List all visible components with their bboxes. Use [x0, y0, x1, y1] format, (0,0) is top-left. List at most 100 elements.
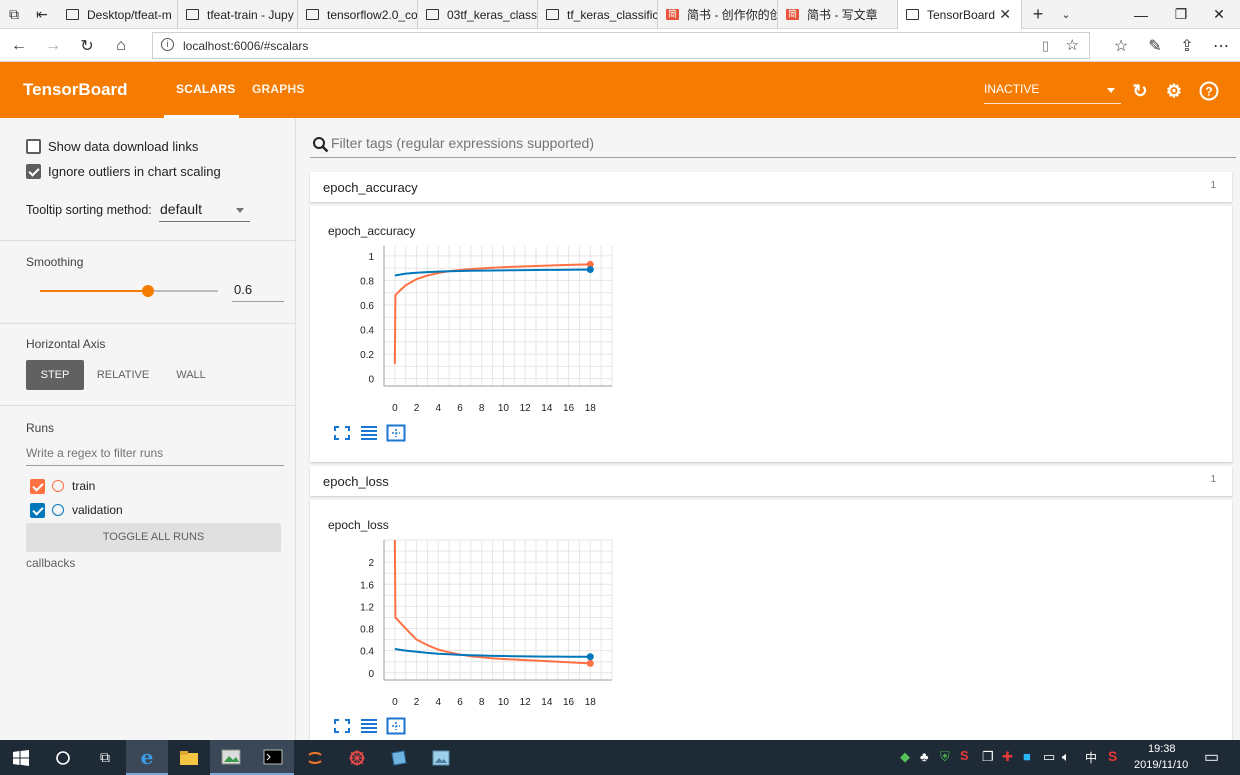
- filter-tags-input[interactable]: Filter tags (regular expressions support…: [310, 134, 1236, 158]
- image-viewer-icon[interactable]: [210, 740, 252, 775]
- security-shield-icon[interactable]: ⛨: [940, 749, 950, 765]
- site-info-icon[interactable]: i: [161, 38, 174, 51]
- y-tick-label: 1.2: [360, 602, 374, 613]
- inactive-dropdown[interactable]: INACTIVE: [984, 82, 1121, 104]
- ignore-outliers-checkbox[interactable]: [26, 164, 41, 179]
- notebook-app-icon[interactable]: [378, 740, 420, 775]
- windows-start-icon[interactable]: [0, 740, 42, 775]
- inactive-label: INACTIVE: [984, 82, 1040, 96]
- refresh-icon[interactable]: ↻: [72, 33, 102, 58]
- volume-icon[interactable]: 🔈︎: [1062, 749, 1070, 765]
- tab-label: 简书 - 创作你的创: [687, 8, 778, 22]
- x-tick-label: 2: [414, 697, 420, 708]
- ime-indicator[interactable]: 中: [1085, 749, 1097, 766]
- smoothing-slider-fill: [40, 290, 147, 292]
- tab-actions-icon[interactable]: ⧉: [0, 0, 28, 29]
- browser-tab[interactable]: Desktop/tfeat-m: [58, 0, 178, 29]
- home-icon[interactable]: ⌂: [106, 33, 136, 58]
- loss-chart[interactable]: 0 2 4 6 8 10 12 14 16 18 0 0.4 0.8 1.2 1.6 2: [310, 530, 640, 720]
- photos-app-icon[interactable]: [420, 740, 462, 775]
- favorites-hub-icon[interactable]: ☆: [1106, 33, 1136, 58]
- fit-domain-icon[interactable]: [386, 424, 406, 442]
- tag-group-count: 1: [1210, 474, 1216, 485]
- back-icon[interactable]: ←: [4, 33, 34, 58]
- clock-date[interactable]: 2019/11/10: [1134, 759, 1188, 771]
- tray-app-icon[interactable]: ◆: [900, 749, 910, 765]
- main-content: Filter tags (regular expressions support…: [296, 118, 1240, 750]
- accuracy-chart[interactable]: 0 2 4 6 8 10 12 14 16 18 0 0.2 0.4 0.6 0.8 1: [310, 236, 640, 426]
- x-tick-label: 10: [498, 697, 510, 708]
- reading-view-icon[interactable]: ▯: [1042, 38, 1049, 54]
- tag-group-header[interactable]: epoch_accuracy 1: [310, 172, 1232, 202]
- fullscreen-icon[interactable]: [332, 424, 352, 442]
- sogou-s-icon[interactable]: S: [1108, 748, 1117, 764]
- close-window-icon[interactable]: ✕: [1196, 0, 1240, 29]
- tray-plus-icon[interactable]: ✚: [1002, 749, 1013, 765]
- tab-scalars[interactable]: SCALARS: [176, 82, 235, 96]
- x-tick-label: 16: [563, 403, 575, 414]
- edge-browser-icon[interactable]: e: [126, 740, 168, 775]
- divider: [0, 405, 296, 406]
- notification-bell-icon[interactable]: ♣: [920, 749, 929, 764]
- network-app-icon[interactable]: [336, 740, 378, 775]
- more-icon[interactable]: ⋯: [1206, 33, 1236, 58]
- toggle-all-runs-button[interactable]: TOGGLE ALL RUNS: [26, 523, 281, 552]
- action-center-icon[interactable]: ▭: [1204, 747, 1219, 767]
- fit-domain-icon[interactable]: [386, 717, 406, 735]
- show-download-links-checkbox[interactable]: [26, 139, 41, 154]
- axis-wall-button[interactable]: WALL: [164, 360, 218, 390]
- browser-tab[interactable]: 简简书 - 写文章: [778, 0, 898, 29]
- tray-window-icon[interactable]: ❐: [982, 749, 994, 765]
- tag-group-name: epoch_accuracy: [323, 180, 418, 195]
- axis-relative-button[interactable]: RELATIVE: [90, 360, 156, 390]
- forward-icon[interactable]: →: [38, 33, 68, 58]
- divider: [0, 323, 296, 324]
- smoothing-slider-knob[interactable]: [142, 285, 154, 297]
- dropdown-caret-icon: [1107, 88, 1115, 93]
- browser-tab[interactable]: tfeat-train - Jupy: [178, 0, 298, 29]
- network-icon[interactable]: ▭: [1043, 749, 1055, 765]
- file-explorer-icon[interactable]: [168, 740, 210, 775]
- browser-tab[interactable]: tensorflow2.0_co: [298, 0, 418, 29]
- reload-icon[interactable]: ↻: [1128, 79, 1152, 103]
- browser-tab-active[interactable]: TensorBoard ✕: [898, 0, 1022, 30]
- run-train-checkbox[interactable]: [30, 479, 45, 494]
- task-view-icon[interactable]: ⧉: [84, 740, 126, 775]
- favorite-star-icon[interactable]: ☆: [1066, 36, 1079, 54]
- help-icon[interactable]: ?: [1197, 79, 1221, 103]
- pen-icon[interactable]: ✎: [1140, 33, 1170, 58]
- url-field[interactable]: i localhost:6006/#scalars ▯ ☆: [152, 32, 1090, 59]
- tray-blue-icon[interactable]: ■: [1023, 749, 1031, 764]
- tab-preview-icon[interactable]: ⌄: [1052, 0, 1080, 29]
- tab-graphs[interactable]: GRAPHS: [252, 82, 305, 96]
- runs-filter-input[interactable]: Write a regex to filter runs: [26, 446, 284, 466]
- log-scale-icon[interactable]: [359, 424, 379, 442]
- settings-gear-icon[interactable]: ⚙: [1162, 79, 1186, 103]
- log-scale-icon[interactable]: [359, 717, 379, 735]
- browser-tab[interactable]: 03tf_keras_classif: [418, 0, 538, 29]
- clock-time[interactable]: 19:38: [1148, 743, 1176, 755]
- fullscreen-icon[interactable]: [332, 717, 352, 735]
- search-circle-icon[interactable]: [42, 740, 84, 775]
- axis-step-button[interactable]: STEP: [26, 360, 84, 390]
- scalar-chart-card: epoch_loss 0 2 4 6 8 10 12 14 16 18 0 0.4 0.8 1.2 1.6 2: [310, 500, 1232, 750]
- jupyter-icon[interactable]: [294, 740, 336, 775]
- tooltip-sorting-label: Tooltip sorting method:: [26, 203, 152, 217]
- new-tab-icon[interactable]: +: [1024, 0, 1052, 29]
- share-icon[interactable]: ⇪: [1172, 33, 1202, 58]
- y-tick-label: 2: [368, 558, 374, 569]
- set-aside-tabs-icon[interactable]: ⇤: [28, 0, 56, 29]
- close-tab-icon[interactable]: ✕: [999, 6, 1011, 23]
- smoothing-value-input[interactable]: 0.6: [232, 282, 284, 302]
- tooltip-sorting-dropdown[interactable]: default: [159, 200, 250, 222]
- jianshu-icon: 简: [786, 9, 799, 20]
- tag-group-header[interactable]: epoch_loss 1: [310, 466, 1232, 496]
- sogou-input-icon[interactable]: S: [960, 748, 969, 763]
- series-endpoint-validation: [586, 266, 594, 274]
- smoothing-slider-track[interactable]: [40, 285, 218, 297]
- run-validation-checkbox[interactable]: [30, 503, 45, 518]
- terminal-icon[interactable]: [252, 740, 294, 775]
- browser-tab[interactable]: tf_keras_classifica: [538, 0, 658, 29]
- browser-tab[interactable]: 简简书 - 创作你的创: [658, 0, 778, 29]
- x-tick-label: 4: [436, 403, 442, 414]
